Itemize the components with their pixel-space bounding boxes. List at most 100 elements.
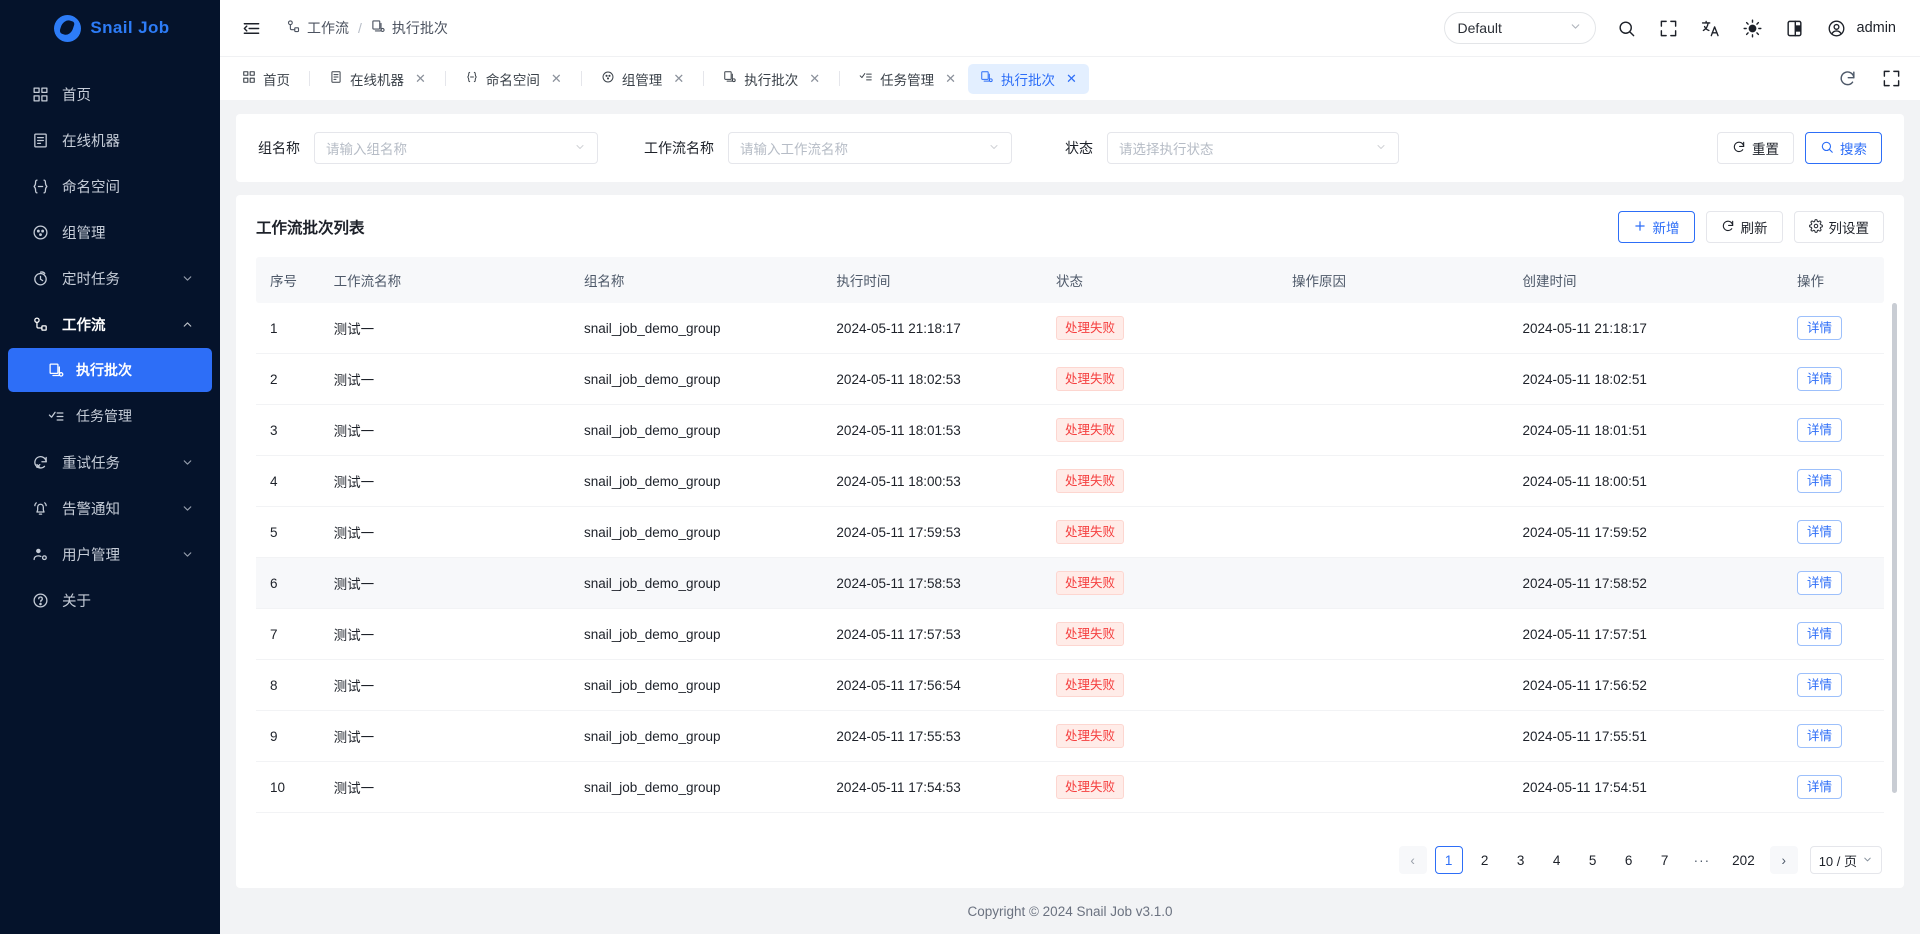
user-menu[interactable]: admin [1826, 17, 1897, 39]
page-size-select[interactable]: 10 / 页 [1810, 846, 1882, 874]
tab-close-icon[interactable]: ✕ [415, 72, 426, 85]
app-root: Snail Job 首页 在线机器 命名空间 组管理 定时任务 [0, 0, 1920, 934]
table-title: 工作流批次列表 [256, 216, 365, 238]
table-row[interactable]: 10测试一snail_job_demo_group2024-05-11 17:5… [256, 762, 1884, 813]
cell-operation[interactable]: 详情 [1783, 609, 1884, 660]
layout-icon[interactable] [1784, 17, 1806, 39]
sidebar-item-execution-batch[interactable]: 执行批次 [8, 348, 212, 392]
cell-exec-time: 2024-05-11 18:02:53 [822, 354, 1042, 405]
pagination-last-page[interactable]: 202 [1725, 846, 1762, 874]
add-button[interactable]: 新增 [1618, 211, 1695, 243]
table-row[interactable]: 6测试一snail_job_demo_group2024-05-11 17:58… [256, 558, 1884, 609]
tab-execution-batch-active[interactable]: 执行批次 ✕ [968, 64, 1089, 94]
pagination-page-2[interactable]: 2 [1471, 846, 1499, 874]
cell-create-time: 2024-05-11 18:00:51 [1509, 456, 1783, 507]
detail-button[interactable]: 详情 [1797, 316, 1842, 340]
pagination-next-button[interactable]: › [1770, 846, 1798, 874]
detail-button[interactable]: 详情 [1797, 571, 1842, 595]
table-row[interactable]: 3测试一snail_job_demo_group2024-05-11 18:01… [256, 405, 1884, 456]
status-select[interactable]: 请选择执行状态 [1107, 132, 1399, 164]
table-row[interactable]: 2测试一snail_job_demo_group2024-05-11 18:02… [256, 354, 1884, 405]
cell-operation[interactable]: 详情 [1783, 660, 1884, 711]
tab-execution-batch-1[interactable]: 执行批次 ✕ [711, 64, 832, 94]
menu-fold-icon[interactable] [238, 15, 264, 41]
reset-button[interactable]: 重置 [1717, 132, 1794, 164]
column-header-reason: 操作原因 [1278, 257, 1509, 303]
cell-operation[interactable]: 详情 [1783, 303, 1884, 354]
pagination-page-5[interactable]: 5 [1579, 846, 1607, 874]
sidebar-item-task-management[interactable]: 任务管理 [8, 394, 212, 438]
pagination-page-1[interactable]: 1 [1435, 846, 1463, 874]
column-settings-button[interactable]: 列设置 [1794, 211, 1885, 243]
column-header-create-time: 创建时间 [1509, 257, 1783, 303]
detail-button[interactable]: 详情 [1797, 673, 1842, 697]
breadcrumb-item-execution-batch[interactable]: 执行批次 [371, 18, 448, 38]
pagination-page-6[interactable]: 6 [1615, 846, 1643, 874]
table-row[interactable]: 7测试一snail_job_demo_group2024-05-11 17:57… [256, 609, 1884, 660]
sidebar-group-user-management[interactable]: 用户管理 [8, 532, 212, 576]
group-name-input[interactable]: 请输入组名称 [314, 132, 598, 164]
tab-close-icon[interactable]: ✕ [1066, 72, 1077, 85]
sidebar-item-online-machines[interactable]: 在线机器 [8, 118, 212, 162]
translate-icon[interactable] [1700, 17, 1722, 39]
table-row[interactable]: 1测试一snail_job_demo_group2024-05-11 21:18… [256, 303, 1884, 354]
fullscreen-icon[interactable] [1880, 68, 1902, 90]
refresh-button[interactable]: 刷新 [1706, 211, 1783, 243]
cell-exec-time: 2024-05-11 17:57:53 [822, 609, 1042, 660]
tab-close-icon[interactable]: ✕ [551, 72, 562, 85]
tab-divider [703, 71, 704, 86]
detail-button[interactable]: 详情 [1797, 469, 1842, 493]
cell-operation[interactable]: 详情 [1783, 507, 1884, 558]
pagination-prev-button[interactable]: ‹ [1399, 846, 1427, 874]
sidebar-group-alarm-notice[interactable]: 告警通知 [8, 486, 212, 530]
tab-online-machines[interactable]: 在线机器 ✕ [317, 64, 438, 94]
table-row[interactable]: 8测试一snail_job_demo_group2024-05-11 17:56… [256, 660, 1884, 711]
sidebar-item-about[interactable]: 关于 [8, 578, 212, 622]
brand-logo[interactable]: Snail Job [0, 0, 220, 56]
detail-button[interactable]: 详情 [1797, 724, 1842, 748]
sidebar-group-scheduled-tasks[interactable]: 定时任务 [8, 256, 212, 300]
cell-operation[interactable]: 详情 [1783, 711, 1884, 762]
detail-button[interactable]: 详情 [1797, 622, 1842, 646]
theme-sun-icon[interactable] [1742, 17, 1764, 39]
breadcrumb-item-workflow[interactable]: 工作流 [286, 18, 349, 38]
table-vertical-scrollbar[interactable] [1892, 303, 1897, 793]
namespace-select[interactable]: Default [1444, 12, 1596, 44]
tab-task-management[interactable]: 任务管理 ✕ [847, 64, 968, 94]
status-badge: 处理失败 [1056, 775, 1124, 799]
detail-button[interactable]: 详情 [1797, 520, 1842, 544]
pagination-page-4[interactable]: 4 [1543, 846, 1571, 874]
cell-operation[interactable]: 详情 [1783, 558, 1884, 609]
chevron-down-icon [181, 548, 194, 561]
pagination-page-7[interactable]: 7 [1651, 846, 1679, 874]
sidebar-item-group-management[interactable]: 组管理 [8, 210, 212, 254]
tab-group-management[interactable]: 组管理 ✕ [589, 64, 696, 94]
tab-close-icon[interactable]: ✕ [809, 72, 820, 85]
detail-button[interactable]: 详情 [1797, 367, 1842, 391]
tab-close-icon[interactable]: ✕ [673, 72, 684, 85]
sidebar-group-retry-tasks[interactable]: 重试任务 [8, 440, 212, 484]
table-row[interactable]: 4测试一snail_job_demo_group2024-05-11 18:00… [256, 456, 1884, 507]
cell-exec-time: 2024-05-11 21:18:17 [822, 303, 1042, 354]
table-row[interactable]: 5测试一snail_job_demo_group2024-05-11 17:59… [256, 507, 1884, 558]
sidebar-item-home[interactable]: 首页 [8, 72, 212, 116]
detail-button[interactable]: 详情 [1797, 775, 1842, 799]
search-icon[interactable] [1616, 17, 1638, 39]
tab-namespace[interactable]: 命名空间 ✕ [453, 64, 574, 94]
fullscreen-icon[interactable] [1658, 17, 1680, 39]
workflow-name-input[interactable]: 请输入工作流名称 [728, 132, 1012, 164]
tab-close-icon[interactable]: ✕ [945, 72, 956, 85]
table-row[interactable]: 9测试一snail_job_demo_group2024-05-11 17:55… [256, 711, 1884, 762]
sidebar-group-workflow[interactable]: 工作流 [8, 302, 212, 346]
refresh-icon[interactable] [1836, 68, 1858, 90]
cell-operation[interactable]: 详情 [1783, 762, 1884, 813]
detail-button[interactable]: 详情 [1797, 418, 1842, 442]
sidebar-item-namespace[interactable]: 命名空间 [8, 164, 212, 208]
cell-operation[interactable]: 详情 [1783, 354, 1884, 405]
cell-operation[interactable]: 详情 [1783, 456, 1884, 507]
tab-home[interactable]: 首页 [230, 64, 302, 94]
tab-label: 首页 [263, 69, 290, 89]
cell-operation[interactable]: 详情 [1783, 405, 1884, 456]
search-button[interactable]: 搜索 [1805, 132, 1882, 164]
pagination-page-3[interactable]: 3 [1507, 846, 1535, 874]
